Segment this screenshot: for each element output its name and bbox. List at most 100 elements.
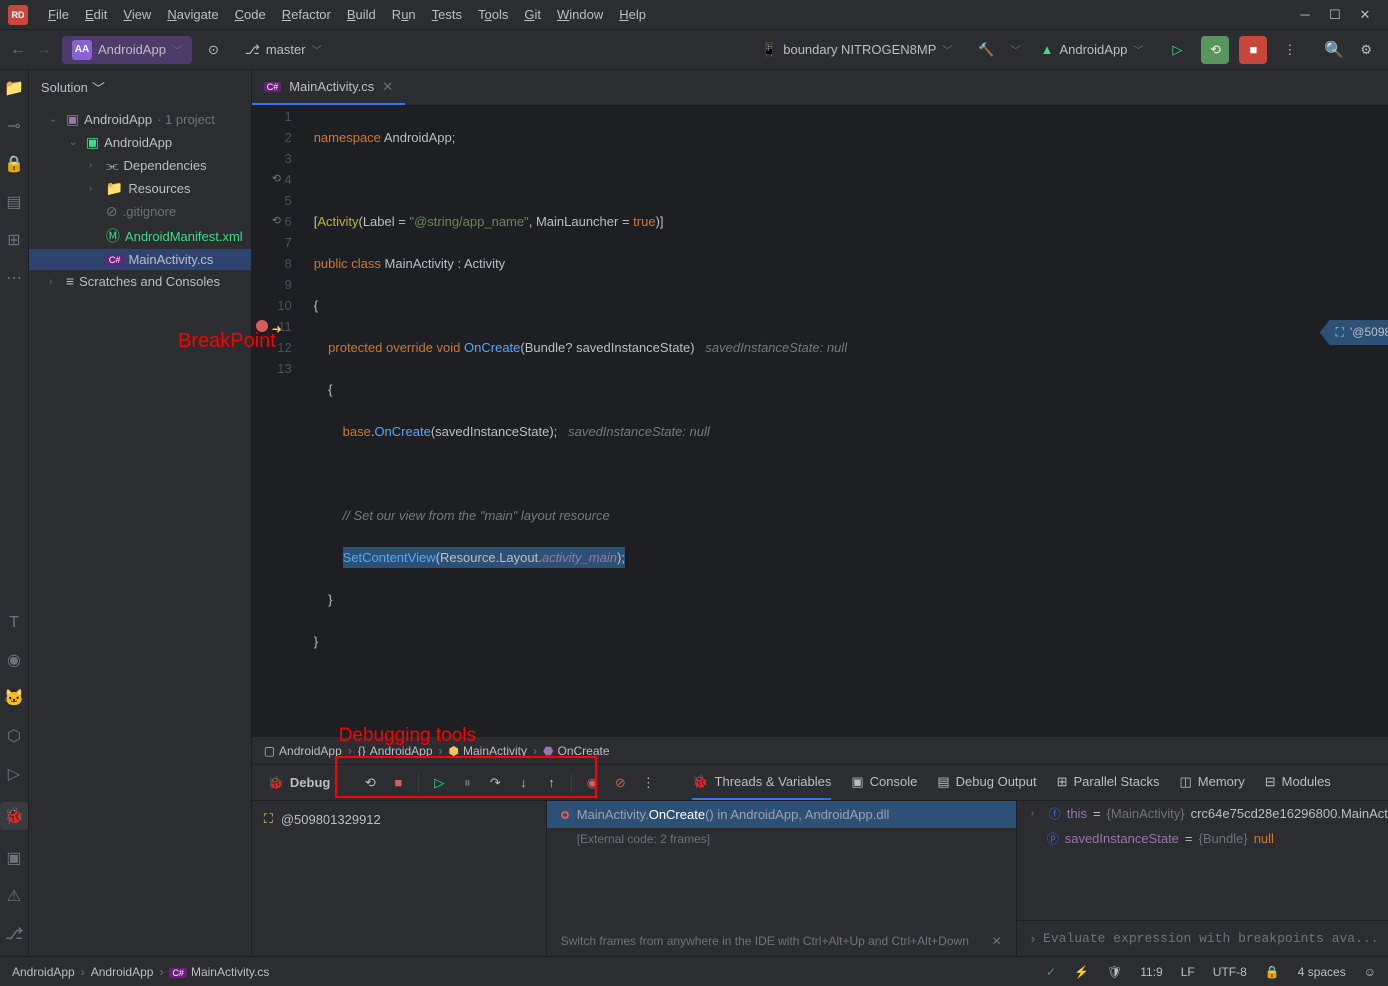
branch-selector[interactable]: ⎇ master ﹀	[235, 38, 332, 62]
editor-tab[interactable]: C# MainActivity.cs ✕	[252, 70, 405, 105]
menu-refactor[interactable]: Refactor	[274, 3, 339, 26]
close-tab-icon[interactable]: ✕	[382, 79, 393, 95]
menu-window[interactable]: Window	[549, 3, 611, 26]
tree-scratches[interactable]: ›≡ Scratches and Consoles	[29, 270, 251, 292]
run-play-icon[interactable]: ▷	[8, 764, 20, 784]
step-out-button[interactable]: ↑	[539, 771, 563, 795]
vcs-icon[interactable]: ⊙	[202, 38, 225, 62]
vcs-branch-icon[interactable]: ⎇	[5, 924, 23, 944]
frame-row[interactable]: MainActivity.OnCreate() in AndroidApp, A…	[547, 801, 1016, 828]
menu-view[interactable]: View	[115, 3, 159, 26]
structure-icon[interactable]: ▤	[6, 192, 21, 212]
close-icon[interactable]: ✕	[1358, 8, 1372, 22]
project-selector[interactable]: AA AndroidApp ﹀	[62, 36, 192, 64]
menu-tests[interactable]: Tests	[424, 3, 470, 26]
debug-more-icon[interactable]: ⋮	[636, 771, 660, 795]
chevron-down-icon[interactable]: ﹀	[1011, 42, 1021, 57]
menu-build[interactable]: Build	[339, 3, 384, 26]
menu-tools[interactable]: Tools	[470, 3, 516, 26]
more-tools-icon[interactable]: ⋯	[6, 268, 22, 288]
status-face-icon[interactable]: ☺	[1364, 965, 1376, 979]
menu-edit[interactable]: Edit	[77, 3, 115, 26]
debug-bug-icon[interactable]: 🐞	[0, 802, 28, 830]
external-frames[interactable]: [External code: 2 frames]	[547, 828, 1016, 850]
debug-button[interactable]: ⟲	[1201, 36, 1229, 64]
stop-debug-button[interactable]: ■	[386, 771, 410, 795]
stop-button[interactable]: ■	[1239, 36, 1267, 64]
nav-forward-icon[interactable]: →	[36, 41, 52, 59]
status-lock-icon[interactable]: 🔒	[1265, 965, 1280, 979]
run-config-selector[interactable]: ▲ AndroidApp ﹀	[1031, 38, 1154, 61]
thread-row[interactable]: ⛶ @509801329912	[252, 805, 546, 833]
maximize-icon[interactable]: ☐	[1328, 8, 1342, 22]
close-hint-icon[interactable]: ✕	[992, 934, 1002, 948]
menu-help[interactable]: Help	[611, 3, 654, 26]
nav-back-icon[interactable]: ←	[10, 41, 26, 59]
tree-project[interactable]: ⌄▣ AndroidApp	[29, 131, 251, 154]
status-power-icon[interactable]: ⚡	[1074, 965, 1089, 979]
terminal-t-icon[interactable]: T	[9, 614, 19, 632]
eval-prompt: ›	[1031, 931, 1035, 946]
tree-resources[interactable]: ›📁 Resources	[29, 177, 251, 200]
cat-icon[interactable]: 🐱	[4, 688, 24, 708]
tree-manifest[interactable]: Ⓜ AndroidManifest.xml	[29, 223, 251, 249]
tree-gitignore[interactable]: ⊘ .gitignore	[29, 200, 251, 223]
folder-icon[interactable]: 📁	[4, 78, 24, 98]
breadcrumb-file[interactable]: ▢ AndroidApp	[264, 744, 342, 758]
tab-threads-variables[interactable]: 🐞Threads & Variables	[692, 766, 831, 800]
view-breakpoints-button[interactable]: ◉	[580, 771, 604, 795]
device-selector[interactable]: 📱 boundary NITROGEN8MP ﹀	[751, 38, 962, 62]
pause-button[interactable]: ⏸	[455, 771, 479, 795]
step-into-button[interactable]: ↓	[511, 771, 535, 795]
run-button[interactable]: ▷	[1163, 36, 1191, 64]
tree-resources-label: Resources	[128, 181, 190, 196]
status-path-1[interactable]: AndroidApp	[12, 965, 75, 979]
bookmark-icon[interactable]: ◉	[7, 650, 21, 670]
status-shield-icon[interactable]: 🛡	[1107, 965, 1122, 979]
mute-breakpoints-button[interactable]: ⊘	[608, 771, 632, 795]
thread-tag[interactable]: ⛶ '@509801329912'	[1320, 320, 1388, 345]
tree-mainactivity[interactable]: C# MainActivity.cs	[29, 249, 251, 270]
menu-code[interactable]: Code	[227, 3, 274, 26]
android-icon: ▲	[1041, 42, 1054, 57]
menu-file[interactable]: File	[40, 3, 77, 26]
commit-icon[interactable]: ⊸	[7, 116, 20, 136]
tab-console[interactable]: ▣Console	[851, 766, 917, 800]
var-this[interactable]: › ⓕ this = {MainActivity} crc64e75cd28e1…	[1017, 801, 1388, 826]
solution-header[interactable]: Solution ﹀	[29, 70, 251, 104]
status-line-ending[interactable]: LF	[1181, 965, 1195, 979]
debug-lock-icon[interactable]: 🔒	[4, 154, 24, 174]
status-line-col[interactable]: 11:9	[1140, 965, 1162, 979]
menu-run[interactable]: Run	[384, 3, 424, 26]
status-encoding[interactable]: UTF-8	[1213, 965, 1247, 979]
tab-parallel-stacks[interactable]: ⊞Parallel Stacks	[1057, 766, 1160, 800]
rerun-button[interactable]: ⟲	[358, 771, 382, 795]
menu-git[interactable]: Git	[516, 3, 549, 26]
status-path-3[interactable]: C#MainActivity.cs	[169, 965, 269, 979]
build-play-icon[interactable]: ⬡	[7, 726, 21, 746]
tree-root[interactable]: ⌄▣ AndroidApp · 1 project	[29, 108, 251, 131]
eval-input[interactable]: Evaluate expression with breakpoints ava…	[1043, 931, 1386, 946]
var-savedstate[interactable]: ⓟ savedInstanceState = {Bundle} null	[1017, 826, 1388, 851]
terminal-icon[interactable]: ▣	[6, 848, 21, 868]
code-editor[interactable]: namespace AndroidApp; [Activity(Label = …	[302, 106, 1388, 736]
tree-deps[interactable]: ›⫘ Dependencies	[29, 154, 251, 177]
breadcrumb-method[interactable]: ⬣ OnCreate	[543, 744, 610, 758]
build-icon[interactable]: 🔨	[972, 38, 1000, 62]
more-icon[interactable]: ⋮	[1277, 38, 1302, 62]
status-indent[interactable]: 4 spaces	[1298, 965, 1346, 979]
tab-debug-output[interactable]: ▤Debug Output	[937, 766, 1036, 800]
status-path-2[interactable]: AndroidApp	[91, 965, 154, 979]
status-ok-icon[interactable]: ✓	[1046, 965, 1056, 979]
minimize-icon[interactable]: ─	[1298, 8, 1312, 22]
debug-tool-tab[interactable]: 🐞 Debug	[260, 771, 339, 795]
tab-memory[interactable]: ◫Memory	[1180, 766, 1245, 800]
resume-button[interactable]: ▷	[427, 771, 451, 795]
step-over-button[interactable]: ↷	[483, 771, 507, 795]
unit-tests-icon[interactable]: ⊞	[7, 230, 20, 250]
search-icon[interactable]: 🔍	[1324, 40, 1344, 60]
problems-icon[interactable]: ⚠	[7, 886, 21, 906]
tab-modules[interactable]: ⊟Modules	[1265, 766, 1331, 800]
menu-navigate[interactable]: Navigate	[159, 3, 226, 26]
settings-icon[interactable]: ⚙	[1354, 38, 1378, 62]
